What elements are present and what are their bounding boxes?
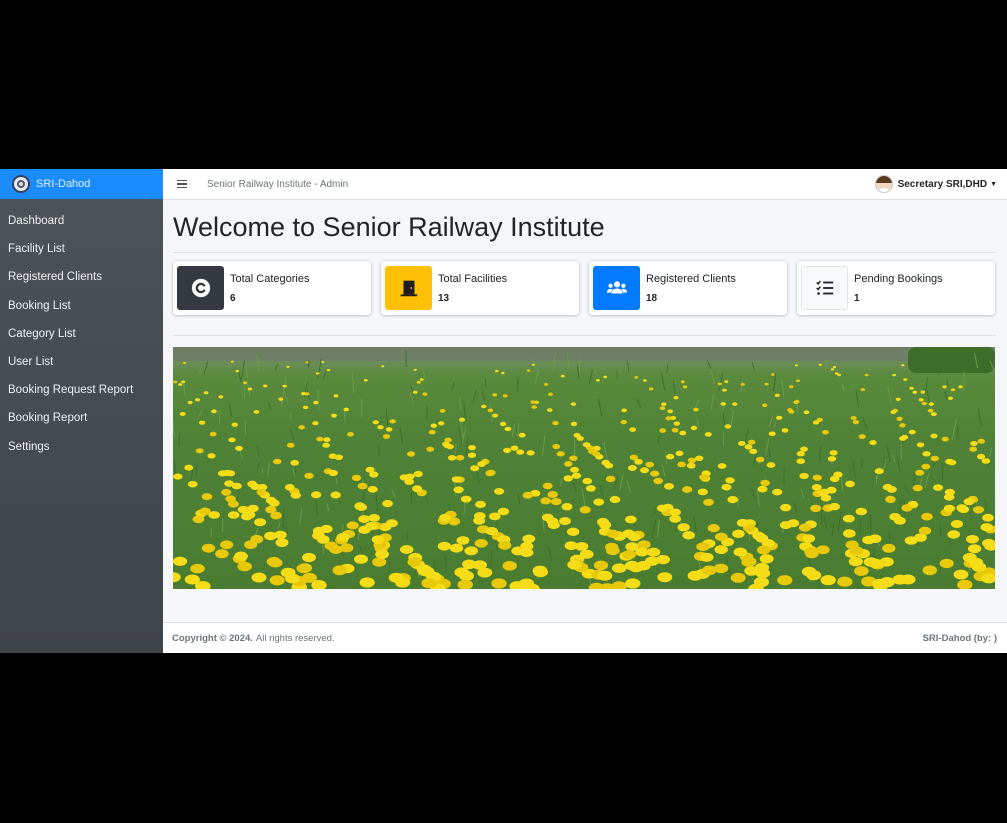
sidebar-item-category-list[interactable]: Category List — [0, 320, 163, 348]
topbar-title: Senior Railway Institute - Admin — [207, 178, 349, 190]
stat-label: Registered Clients — [646, 272, 736, 285]
sidebar-item-registered-clients[interactable]: Registered Clients — [0, 263, 163, 291]
stat-box-clients: Registered Clients 18 — [589, 261, 787, 315]
content: Welcome to Senior Railway Institute Tota… — [163, 200, 1007, 589]
stat-box-facilities: Total Facilities 13 — [381, 261, 579, 315]
stat-value: 18 — [646, 292, 658, 304]
copyright-icon — [177, 266, 224, 310]
sidebar-item-booking-request-report[interactable]: Booking Request Report — [0, 376, 163, 404]
sidebar-item-booking-report[interactable]: Booking Report — [0, 404, 163, 432]
user-name: Secretary SRI,DHD — [897, 178, 988, 190]
sidebar-item-user-list[interactable]: User List — [0, 348, 163, 376]
brand-link[interactable]: SRI-Dahod — [0, 169, 163, 199]
door-icon — [385, 266, 432, 310]
page-title: Welcome to Senior Railway Institute — [173, 212, 605, 242]
stat-label: Total Facilities — [438, 272, 508, 285]
footer-rights: All rights reserved. — [255, 632, 335, 644]
stat-value: 13 — [438, 292, 450, 304]
sidebar-item-settings[interactable]: Settings — [0, 433, 163, 461]
flower-field-illustration — [173, 347, 995, 589]
brand-name: SRI-Dahod — [36, 178, 91, 190]
footer: Copyright © 2024. All rights reserved. S… — [163, 622, 1007, 653]
users-icon — [593, 266, 640, 310]
menu-toggle-icon[interactable] — [177, 179, 187, 189]
divider — [173, 252, 996, 253]
avatar — [874, 175, 893, 193]
banner-image — [173, 347, 995, 589]
stat-box-categories: Total Categories 6 — [173, 261, 371, 315]
app-window: SRI-Dahod Dashboard Facility List Regist… — [0, 169, 1007, 653]
stat-label: Total Categories — [230, 272, 310, 285]
stat-value: 6 — [230, 292, 236, 304]
stat-value: 1 — [854, 292, 860, 304]
stat-box-pending: Pending Bookings 1 — [797, 261, 995, 315]
user-menu[interactable]: Secretary SRI,DHD ▼ — [874, 175, 997, 193]
main-area: Senior Railway Institute - Admin Secreta… — [163, 169, 1007, 653]
list-check-icon — [801, 266, 848, 310]
sidebar-item-booking-list[interactable]: Booking List — [0, 292, 163, 320]
topbar: Senior Railway Institute - Admin Secreta… — [163, 169, 1007, 200]
divider — [173, 335, 996, 336]
caret-down-icon: ▼ — [990, 180, 997, 188]
sidebar-item-dashboard[interactable]: Dashboard — [0, 207, 163, 235]
sidebar: SRI-Dahod Dashboard Facility List Regist… — [0, 169, 163, 653]
footer-credit: SRI-Dahod (by: ) — [922, 632, 997, 644]
sidebar-item-facility-list[interactable]: Facility List — [0, 235, 163, 263]
footer-copyright: Copyright © 2024. — [172, 632, 253, 644]
stats-row: Total Categories 6 Total Facilities 13 R… — [173, 261, 996, 315]
stat-label: Pending Bookings — [854, 272, 943, 285]
sidebar-nav: Dashboard Facility List Registered Clien… — [0, 199, 163, 461]
emblem-icon — [12, 175, 30, 193]
